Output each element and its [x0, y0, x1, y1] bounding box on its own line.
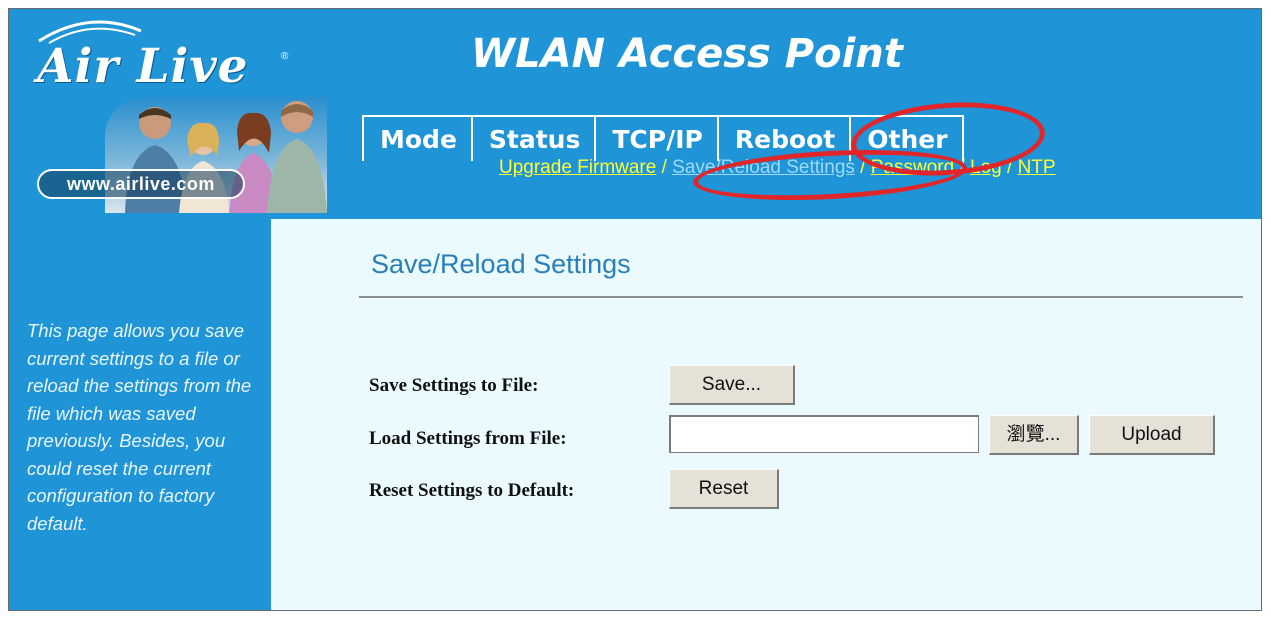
tab-reboot[interactable]: Reboot: [716, 115, 850, 161]
subnav-log[interactable]: Log: [970, 157, 1002, 178]
logo-text: Air Live: [37, 39, 249, 94]
reset-button[interactable]: Reset: [669, 469, 779, 509]
website-badge: www.airlive.com: [37, 169, 245, 199]
main-content: Save/Reload Settings Save Settings to Fi…: [271, 219, 1261, 610]
help-description: This page allows you save current settin…: [27, 320, 252, 534]
product-title: WLAN Access Point: [471, 31, 903, 77]
subnav-save-reload-settings[interactable]: Save/Reload Settings: [672, 157, 855, 178]
reset-settings-label: Reset Settings to Default:: [369, 480, 575, 501]
router-admin-window: Air Live ® www.airlive.com WLAN Access P…: [8, 8, 1262, 611]
tab-tcpip[interactable]: TCP/IP: [594, 115, 717, 161]
subnav-password[interactable]: Password: [871, 157, 954, 178]
airlive-logo: Air Live ® www.airlive.com: [9, 9, 327, 219]
main-tabs: Mode Status TCP/IP Reboot Other: [362, 115, 964, 161]
help-sidebar: This page allows you save current settin…: [9, 219, 271, 610]
subnav-ntp[interactable]: NTP: [1018, 157, 1056, 178]
subnav-separator: /: [656, 157, 673, 178]
tab-other[interactable]: Other: [849, 115, 964, 161]
sub-navigation: Upgrade Firmware / Save/Reload Settings …: [499, 157, 1056, 179]
subnav-separator: /: [854, 157, 871, 178]
upload-button[interactable]: Upload: [1089, 415, 1215, 455]
tab-status[interactable]: Status: [470, 115, 595, 161]
page-title: Save/Reload Settings: [371, 249, 631, 279]
header-banner: Air Live ® www.airlive.com WLAN Access P…: [9, 9, 1261, 219]
registered-mark: ®: [281, 51, 289, 62]
tab-mode[interactable]: Mode: [362, 115, 471, 161]
settings-file-input[interactable]: [669, 415, 979, 453]
subnav-separator: /: [1001, 157, 1018, 178]
subnav-separator: /: [954, 157, 971, 178]
save-settings-label: Save Settings to File:: [369, 375, 539, 396]
load-settings-label: Load Settings from File:: [369, 428, 567, 449]
subnav-upgrade-firmware[interactable]: Upgrade Firmware: [499, 157, 656, 178]
title-divider: [359, 296, 1243, 298]
browse-button[interactable]: 瀏覽...: [989, 415, 1079, 455]
save-button[interactable]: Save...: [669, 365, 795, 405]
